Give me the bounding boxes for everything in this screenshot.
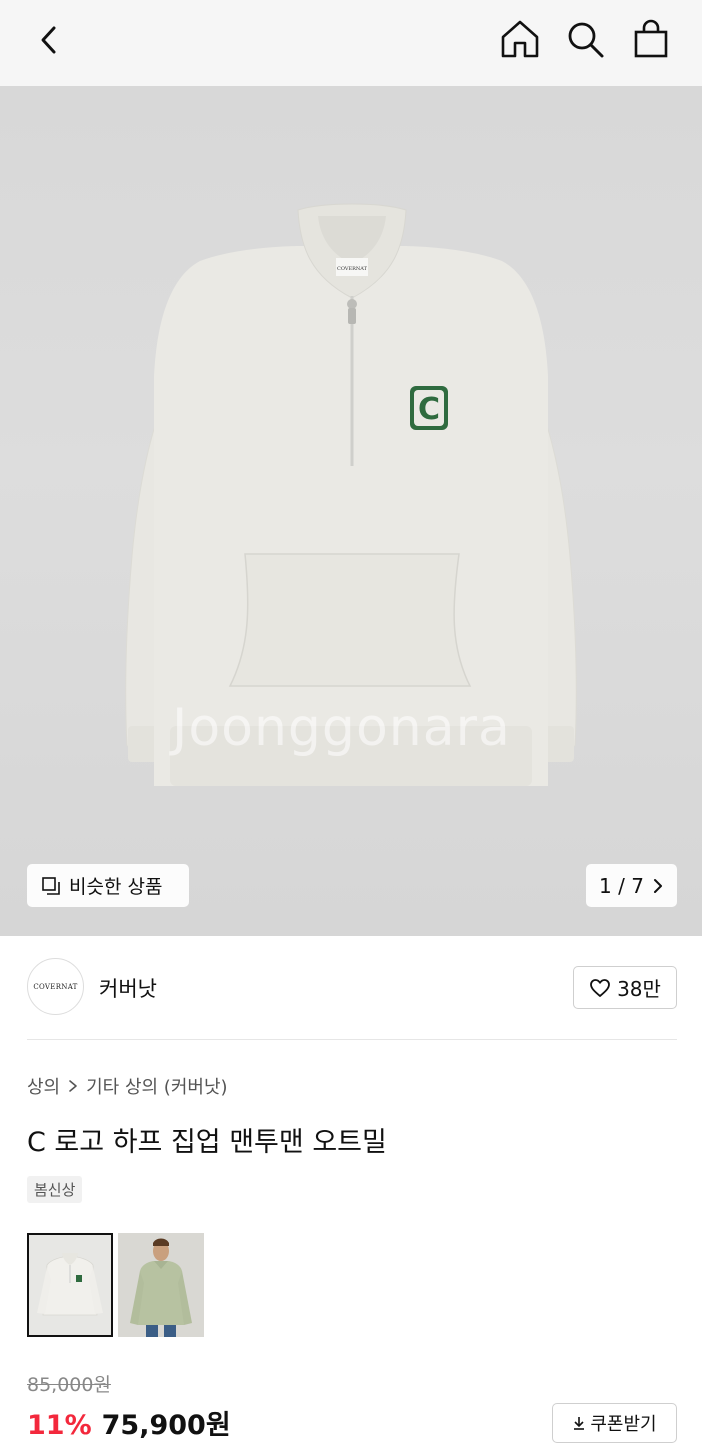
original-price: 85,000원: [27, 1374, 111, 1396]
chevron-right-icon: [69, 1080, 77, 1092]
thumbnail-1[interactable]: [27, 1233, 113, 1337]
heart-icon: [590, 978, 610, 997]
divider: [27, 1039, 677, 1040]
thumbnail-model-image: [118, 1233, 204, 1337]
similar-products-button[interactable]: 비슷한 상품: [27, 864, 189, 907]
chest-logo-letter: C: [418, 392, 440, 427]
price-row: 11% 75,900원: [27, 1403, 231, 1442]
product-image-carousel[interactable]: COVERNAT C Joonggonara 비슷한 상품 1 / 7: [0, 86, 702, 936]
breadcrumb-item-category[interactable]: 상의: [27, 1073, 60, 1099]
watermark-text: Joonggonara: [172, 698, 511, 758]
home-icon[interactable]: [499, 18, 541, 60]
brand-logo-text: COVERNAT: [33, 982, 78, 991]
like-count: 38만: [617, 977, 661, 1001]
breadcrumb: 상의 기타 상의 (커버낫): [27, 1073, 228, 1099]
coupon-button[interactable]: 쿠폰받기: [552, 1403, 677, 1443]
product-photo: COVERNAT C: [125, 203, 577, 786]
top-navigation-bar: [0, 0, 702, 86]
breadcrumb-item-subcategory[interactable]: 기타 상의 (커버낫): [86, 1073, 227, 1099]
search-icon[interactable]: [564, 18, 606, 60]
like-button[interactable]: 38만: [573, 966, 677, 1009]
chevron-left-icon[interactable]: [30, 20, 70, 60]
sale-price: 75,900원: [101, 1410, 231, 1441]
brand-row: COVERNAT 커버낫 38만: [0, 936, 702, 1040]
thumbnail-2[interactable]: [118, 1233, 204, 1337]
shopping-bag-icon[interactable]: [630, 18, 672, 60]
brand-name[interactable]: 커버낫: [99, 973, 157, 1003]
chevron-right-icon: [653, 878, 662, 893]
download-icon: [574, 1417, 585, 1430]
similar-products-label: 비슷한 상품: [69, 876, 163, 898]
image-counter-button[interactable]: 1 / 7: [586, 864, 677, 907]
product-tag: 봄신상: [27, 1176, 83, 1203]
discount-rate: 11%: [27, 1410, 92, 1441]
similar-products-icon: [42, 876, 60, 895]
thumbnail-product-image: [37, 1253, 103, 1316]
product-title: C 로고 하프 집업 맨투맨 오트밀: [27, 1127, 387, 1158]
image-counter-text: 1 / 7: [599, 873, 644, 898]
neck-label-text: COVERNAT: [337, 266, 368, 272]
brand-logo[interactable]: COVERNAT: [27, 958, 84, 1015]
coupon-label: 쿠폰받기: [590, 1414, 657, 1435]
